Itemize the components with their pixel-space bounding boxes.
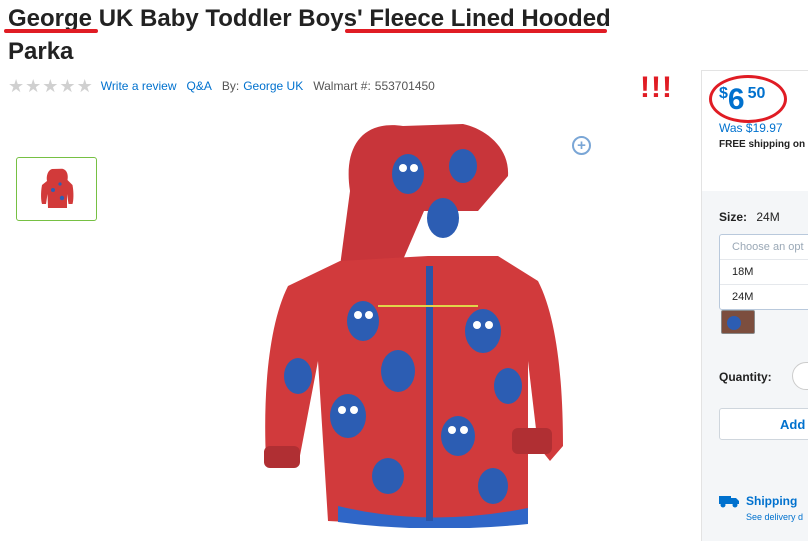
size-label-text: Size: bbox=[719, 210, 748, 224]
star-icon: ★ bbox=[59, 76, 76, 96]
rating-stars[interactable]: ★ ★ ★ ★ ★ bbox=[8, 77, 93, 95]
size-label: Size: 24M bbox=[719, 210, 780, 224]
size-selected-value: 24M bbox=[756, 210, 780, 224]
shipping-title: Shipping bbox=[746, 494, 798, 508]
zoom-icon[interactable]: + bbox=[572, 136, 591, 155]
product-meta-row: ★ ★ ★ ★ ★ Write a review Q&A By: George … bbox=[8, 77, 435, 95]
star-icon: ★ bbox=[25, 76, 42, 96]
truck-icon bbox=[719, 496, 739, 508]
size-dropdown[interactable]: Choose an opt 18M 24M bbox=[719, 234, 808, 310]
product-title: George UK Baby Toddler Boys' Fleece Line… bbox=[8, 5, 611, 65]
product-main-image bbox=[264, 124, 563, 528]
see-delivery-link[interactable]: See delivery d bbox=[746, 512, 803, 522]
free-shipping-note: FREE shipping on o bbox=[719, 139, 808, 150]
add-to-cart-button[interactable]: Add t bbox=[719, 408, 808, 440]
size-option[interactable]: 18M bbox=[720, 260, 808, 285]
jacket-thumbnail-image bbox=[40, 168, 73, 208]
qa-link[interactable]: Q&A bbox=[187, 79, 212, 93]
quantity-label: Quantity: bbox=[719, 370, 772, 384]
annotation-price-circle bbox=[709, 75, 787, 123]
star-icon: ★ bbox=[8, 76, 25, 96]
product-thumbnail[interactable] bbox=[16, 157, 97, 221]
annotation-underline-george bbox=[4, 29, 98, 33]
by-label: By: bbox=[221, 79, 240, 93]
color-swatch[interactable] bbox=[721, 310, 755, 334]
swatch-image bbox=[722, 311, 754, 333]
write-review-link[interactable]: Write a review bbox=[101, 79, 177, 93]
annotation-underline-fleece-lined-hooded bbox=[345, 29, 607, 33]
star-icon: ★ bbox=[76, 76, 93, 96]
was-price: Was $19.97 bbox=[719, 121, 783, 135]
annotation-exclamation: !!! bbox=[640, 71, 673, 104]
walmart-number-label: Walmart #: bbox=[313, 79, 371, 93]
star-icon: ★ bbox=[42, 76, 59, 96]
size-dropdown-placeholder[interactable]: Choose an opt bbox=[720, 235, 808, 260]
size-option[interactable]: 24M bbox=[720, 285, 808, 309]
walmart-number: 553701450 bbox=[374, 79, 435, 93]
brand-link[interactable]: George UK bbox=[243, 79, 303, 93]
